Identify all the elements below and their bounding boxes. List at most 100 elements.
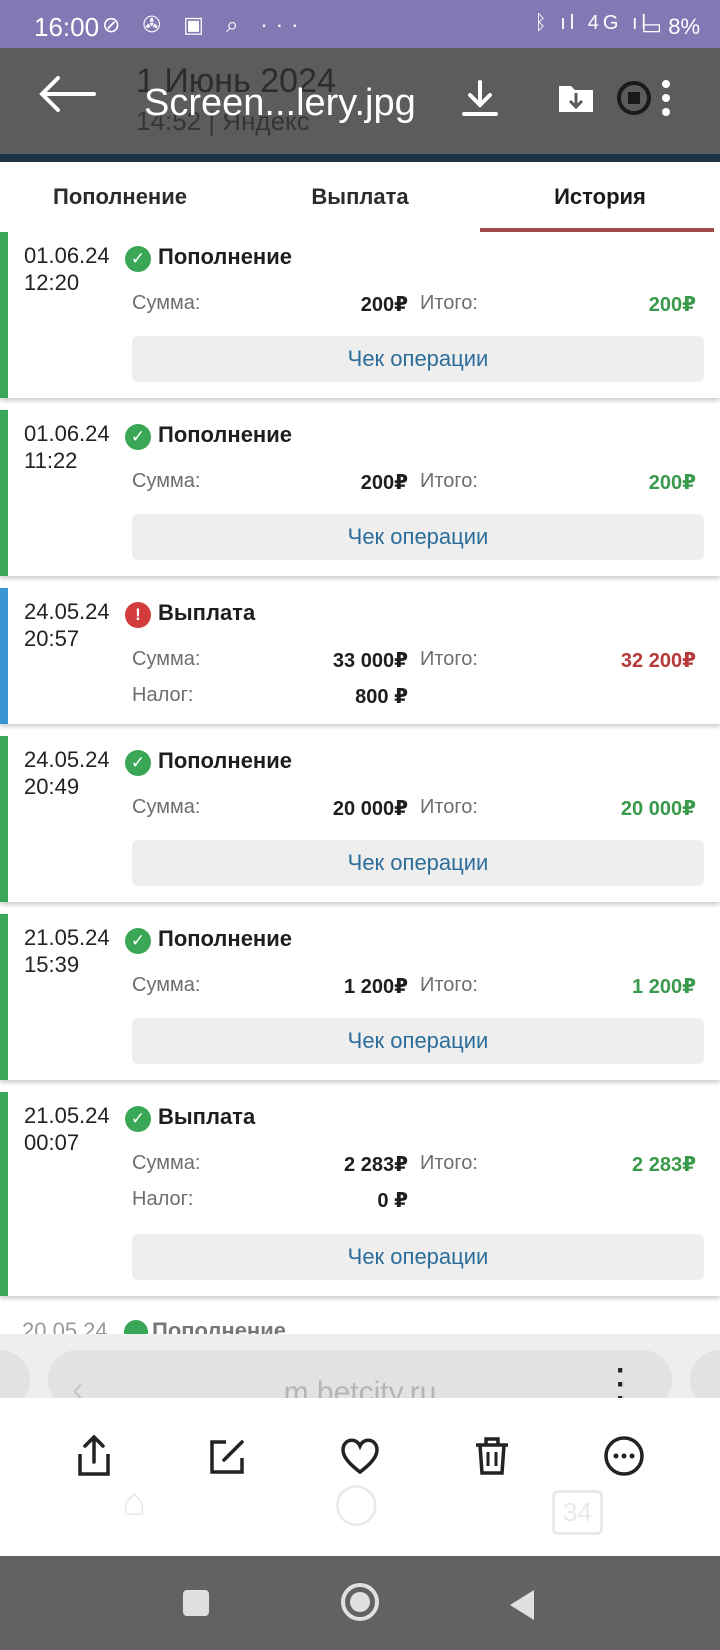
receipt-button[interactable]: Чек операции (132, 514, 704, 560)
transaction-date: 21.05.24 (24, 925, 110, 950)
total-value: 200₽ (648, 472, 696, 494)
receipt-button[interactable]: Чек операции (132, 840, 704, 886)
transaction-type: Пополнение (152, 1318, 286, 1334)
status-bar: 16:00 ⊘ ✇ ▣ ⌕ ··· ᛒ ıl 4G ıl ▭ 8% (0, 0, 720, 48)
transaction-date: 20.05.24 (22, 1318, 108, 1334)
favorite-heart-icon[interactable] (338, 1434, 382, 1478)
tax-label: Налог: (132, 1188, 194, 1210)
more-actions-icon[interactable] (602, 1434, 646, 1478)
tab-label: История (554, 184, 646, 209)
transaction-datetime: 01.06.24 12:20 (24, 242, 110, 296)
success-check-icon: ✓ (125, 424, 151, 450)
transaction-datetime: 24.05.24 20:49 (24, 746, 110, 800)
save-to-folder-icon[interactable] (556, 78, 602, 124)
total-value: 32 200₽ (620, 650, 696, 672)
transaction-card: 21.05.24 15:39 ✓ Пополнение Сумма: 1 200₽… (0, 914, 720, 1080)
transaction-card: 24.05.24 20:49 ✓ Пополнение Сумма: 20 000… (0, 736, 720, 902)
total-label: Итого: (420, 470, 478, 492)
tab-history[interactable]: История (480, 162, 720, 232)
transaction-datetime: 01.06.24 11:22 (24, 420, 110, 474)
recents-square-icon[interactable] (182, 1588, 210, 1623)
tab-label: Пополнение (53, 184, 187, 209)
tab-deposit[interactable]: Пополнение (0, 162, 240, 232)
home-icon: ⌂ (122, 1480, 147, 1524)
transaction-datetime: 24.05.24 20:57 (24, 598, 110, 652)
tab-bar: Пополнение Выплата История (0, 162, 720, 232)
sum-value: 1 200₽ (344, 976, 408, 998)
transaction-card: 21.05.24 00:07 ✓ Выплата Сумма: 2 283₽ Ит… (0, 1092, 720, 1296)
next-transaction-peek: 20.05.24 Пополнение (0, 1306, 720, 1334)
gallery-action-bar: ⌂ ◯ 34 (0, 1398, 720, 1556)
sum-value: 33 000₽ (332, 650, 408, 672)
rotate-icon[interactable] (614, 78, 660, 124)
sum-label: Сумма: (132, 974, 201, 996)
share-icon[interactable] (72, 1434, 116, 1478)
transaction-card: 01.06.24 12:20 ✓ Пополнение Сумма: 200₽ И… (0, 232, 720, 398)
delete-trash-icon[interactable] (470, 1434, 514, 1478)
battery-level: 8% (668, 14, 700, 39)
tabs-counter-icon: 34 (552, 1490, 603, 1535)
receipt-button[interactable]: Чек операции (132, 1234, 704, 1280)
sum-label: Сумма: (132, 1152, 201, 1174)
notification-icons: ⊘ ✇ ▣ ⌕ ··· (102, 12, 307, 37)
battery-indicator: ▭ 8% (641, 14, 700, 40)
system-nav-bar (0, 1556, 720, 1650)
transaction-card: 01.06.24 11:22 ✓ Пополнение Сумма: 200₽ И… (0, 410, 720, 576)
total-label: Итого: (420, 292, 478, 314)
receipt-button[interactable]: Чек операции (132, 336, 704, 382)
transaction-time: 11:22 (24, 448, 78, 473)
success-check-icon: ✓ (125, 1106, 151, 1132)
total-label: Итого: (420, 648, 478, 670)
back-triangle-icon[interactable] (508, 1588, 536, 1627)
alice-icon: ◯ (334, 1481, 379, 1525)
total-label: Итого: (420, 974, 478, 996)
transaction-card: 24.05.24 20:57 ! Выплата Сумма: 33 000₽ И… (0, 588, 720, 724)
tax-value: 0 ₽ (377, 1190, 408, 1212)
transaction-type: Пополнение (158, 244, 292, 269)
tab-withdrawal[interactable]: Выплата (240, 162, 480, 232)
receipt-button[interactable]: Чек операции (132, 1018, 704, 1064)
total-value: 200₽ (648, 294, 696, 316)
sum-label: Сумма: (132, 648, 201, 670)
transaction-datetime: 21.05.24 15:39 (24, 924, 110, 978)
transaction-date: 24.05.24 (24, 599, 110, 624)
more-options-icon[interactable] (656, 78, 702, 124)
back-arrow-icon[interactable] (36, 74, 98, 121)
tax-value: 800 ₽ (355, 686, 408, 708)
transaction-time: 15:39 (24, 952, 80, 977)
home-circle-icon[interactable] (340, 1582, 380, 1627)
transaction-date: 01.06.24 (24, 243, 110, 268)
transaction-time: 20:49 (24, 774, 80, 799)
transaction-datetime: 21.05.24 00:07 (24, 1102, 110, 1156)
download-icon[interactable] (460, 78, 506, 124)
browser-bar: ‹ m.betcity.ru ··· (0, 1334, 720, 1414)
total-label: Итого: (420, 1152, 478, 1174)
success-check-icon: ✓ (125, 750, 151, 776)
success-check-icon: ✓ (125, 928, 151, 954)
sum-value: 2 283₽ (344, 1154, 408, 1176)
gallery-header: 1 Июнь 2024 14:52 | Яндекс Screen...lery… (0, 48, 720, 154)
transaction-time: 00:07 (24, 1130, 80, 1155)
edit-icon[interactable] (206, 1434, 250, 1478)
total-value: 1 200₽ (632, 976, 696, 998)
success-check-icon: ✓ (125, 246, 151, 272)
status-time: 16:00 (34, 12, 100, 42)
transaction-time: 20:57 (24, 626, 80, 651)
sum-value: 20 000₽ (332, 798, 408, 820)
total-label: Итого: (420, 796, 478, 818)
file-name: Screen...lery.jpg (144, 82, 416, 124)
tax-label: Налог: (132, 684, 194, 706)
tab-label: Выплата (311, 184, 409, 209)
transaction-date: 24.05.24 (24, 747, 110, 772)
transaction-type: Выплата (158, 1104, 256, 1129)
transaction-type: Пополнение (158, 748, 292, 773)
success-check-icon (124, 1320, 148, 1334)
sum-label: Сумма: (132, 796, 201, 818)
sum-label: Сумма: (132, 470, 201, 492)
total-value: 20 000₽ (620, 798, 696, 820)
sum-label: Сумма: (132, 292, 201, 314)
total-value: 2 283₽ (632, 1154, 696, 1176)
transaction-date: 01.06.24 (24, 421, 110, 446)
battery-icon: ▭ (641, 14, 663, 39)
transaction-date: 21.05.24 (24, 1103, 110, 1128)
